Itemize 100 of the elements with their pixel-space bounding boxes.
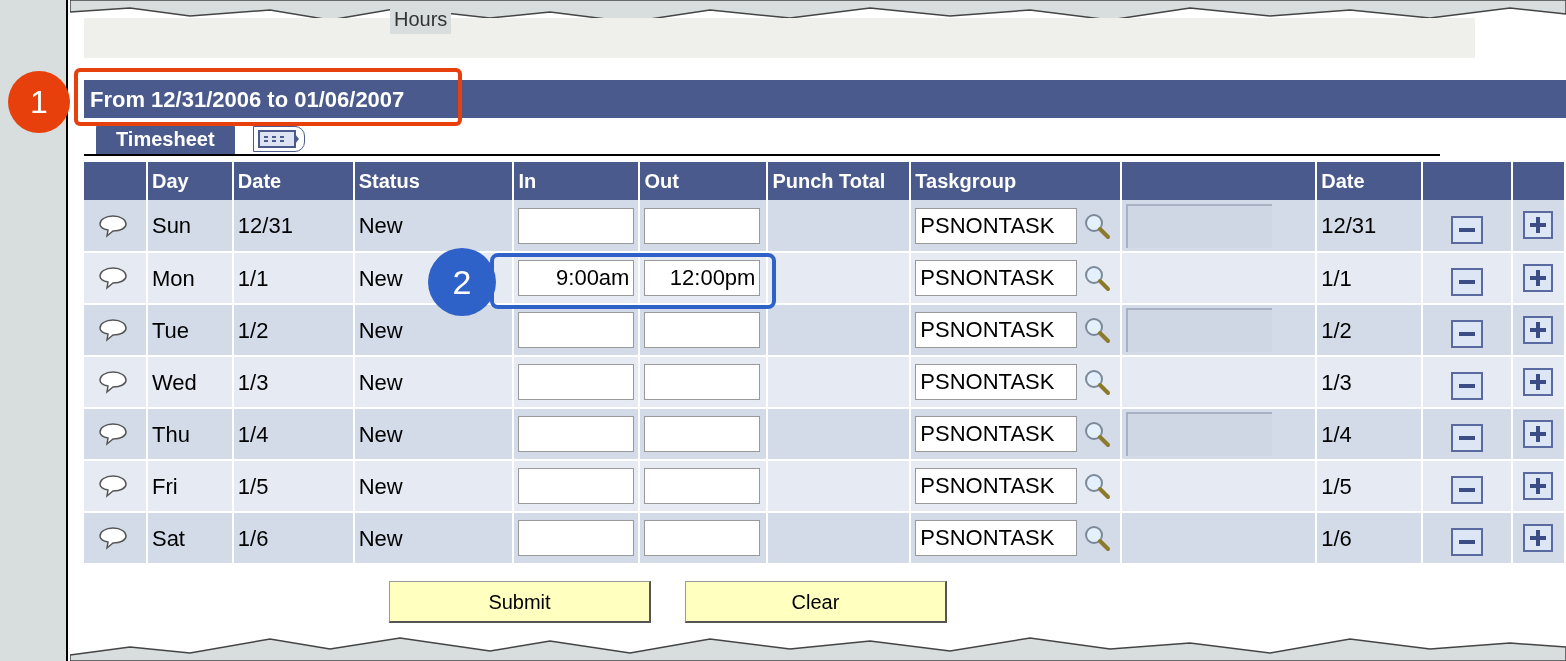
column-header: Date <box>1316 162 1423 200</box>
plus-icon <box>1530 425 1547 442</box>
date-text: 1/2 <box>237 317 269 343</box>
remove-row-button[interactable] <box>1451 320 1484 348</box>
taskgroup-field[interactable]: PSNONTASK <box>915 520 1078 556</box>
status-text: New <box>358 369 403 395</box>
search-icon[interactable] <box>1083 316 1112 344</box>
search-icon[interactable] <box>1083 368 1112 396</box>
remove-row-button[interactable] <box>1451 476 1484 504</box>
add-row-button[interactable] <box>1523 211 1554 239</box>
date-text: 1/6 <box>237 525 269 551</box>
in-time-field[interactable] <box>518 364 635 400</box>
in-time-field[interactable] <box>518 416 635 452</box>
clear-button[interactable]: Clear <box>685 581 947 623</box>
day-text: Thu <box>151 421 190 447</box>
plus-icon <box>1530 529 1547 546</box>
column-header: Date <box>232 162 354 200</box>
column-header: Punch Total <box>767 162 911 200</box>
comment-icon[interactable] <box>98 318 128 342</box>
timesheet-tab[interactable]: Timesheet <box>96 124 235 154</box>
in-time-field[interactable] <box>518 207 635 244</box>
date-text: 1/5 <box>237 473 269 499</box>
remove-row-button[interactable] <box>1451 528 1484 556</box>
add-row-button[interactable] <box>1523 263 1554 292</box>
status-text: New <box>358 317 403 343</box>
section-heading: Hours <box>390 4 452 34</box>
date-text: 12/31 <box>237 213 293 238</box>
column-header: Taskgroup <box>910 162 1122 200</box>
status-text: New <box>358 473 403 499</box>
out-time-field[interactable] <box>644 207 761 244</box>
out-time-field[interactable] <box>644 364 761 400</box>
date-text: 1/2 <box>1321 317 1352 343</box>
day-text: Fri <box>151 473 178 499</box>
status-text: New <box>358 421 403 447</box>
comment-icon[interactable] <box>98 370 128 394</box>
remove-row-button[interactable] <box>1451 268 1484 296</box>
minus-icon <box>1459 488 1476 492</box>
search-icon[interactable] <box>1083 420 1112 448</box>
date-text: 1/6 <box>1321 525 1352 551</box>
in-time-field[interactable] <box>518 468 635 504</box>
date-text: 1/4 <box>1321 421 1352 447</box>
date-text: 12/31 <box>1321 213 1377 238</box>
out-time-field[interactable] <box>644 416 761 452</box>
in-time-field[interactable] <box>518 312 635 348</box>
taskgroup-field[interactable]: PSNONTASK <box>915 416 1078 452</box>
plus-icon <box>1530 477 1547 494</box>
status-text: New <box>358 213 403 238</box>
comment-icon[interactable] <box>98 422 128 446</box>
day-text: Tue <box>151 317 190 343</box>
in-time-field[interactable] <box>518 520 635 556</box>
date-text: 1/1 <box>237 265 269 291</box>
column-header: Out <box>639 162 768 200</box>
search-icon[interactable] <box>1083 524 1112 552</box>
taskgroup-field[interactable]: PSNONTASK <box>915 312 1078 348</box>
date-text: 1/3 <box>1321 369 1352 395</box>
search-icon[interactable] <box>1083 211 1112 240</box>
out-time-field[interactable] <box>644 468 761 504</box>
taskgroup-field[interactable]: PSNONTASK <box>915 468 1078 504</box>
plus-icon <box>1530 373 1547 390</box>
minus-icon <box>1459 436 1476 440</box>
out-time-field[interactable] <box>644 520 761 556</box>
comment-icon[interactable] <box>98 474 128 498</box>
status-text: New <box>358 525 403 551</box>
minus-icon <box>1459 280 1476 284</box>
taskgroup-field[interactable]: PSNONTASK <box>915 364 1078 400</box>
remove-row-button[interactable] <box>1451 424 1484 452</box>
out-time-field[interactable] <box>644 312 761 348</box>
add-row-button[interactable] <box>1523 315 1554 344</box>
add-row-button[interactable] <box>1523 367 1554 396</box>
add-row-button[interactable] <box>1523 471 1554 500</box>
minus-icon <box>1459 384 1476 388</box>
in-time-field[interactable]: 9:00am <box>518 260 635 296</box>
column-header: Status <box>353 162 514 200</box>
remove-row-button[interactable] <box>1451 372 1484 400</box>
day-text: Mon <box>151 265 195 291</box>
search-icon[interactable] <box>1083 264 1112 292</box>
date-text: 1/5 <box>1321 473 1352 499</box>
status-text: New <box>358 265 403 291</box>
minus-icon <box>1459 227 1476 232</box>
plus-icon <box>1530 217 1547 233</box>
comment-icon[interactable] <box>98 526 128 550</box>
taskgroup-field[interactable]: PSNONTASK <box>915 260 1078 296</box>
out-time-field[interactable]: 12:00pm <box>644 260 761 296</box>
add-row-button[interactable] <box>1523 523 1554 552</box>
taskgroup-field[interactable]: PSNONTASK <box>915 207 1078 244</box>
add-row-button[interactable] <box>1523 419 1554 448</box>
day-text: Sat <box>151 525 185 551</box>
minus-icon <box>1459 540 1476 544</box>
remove-row-button[interactable] <box>1451 215 1484 244</box>
plus-icon <box>1530 269 1547 286</box>
comment-icon[interactable] <box>98 213 128 238</box>
search-icon[interactable] <box>1083 472 1112 500</box>
grid-tab[interactable] <box>252 126 305 152</box>
plus-icon <box>1530 321 1547 338</box>
date-text: 1/3 <box>237 369 269 395</box>
minus-icon <box>1459 332 1476 336</box>
column-header: In <box>513 162 640 200</box>
submit-button[interactable]: Submit <box>389 581 651 623</box>
day-text: Wed <box>151 369 197 395</box>
comment-icon[interactable] <box>98 266 128 290</box>
